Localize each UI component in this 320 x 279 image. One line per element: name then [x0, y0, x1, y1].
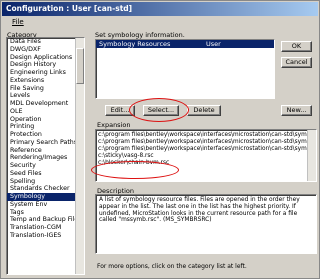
scrollbar-thumb[interactable]	[76, 48, 84, 84]
menu-bar: File	[2, 17, 318, 29]
expansion-line: c:\program files\bentley\workspace\inter…	[98, 139, 311, 145]
new-button[interactable]: New...	[281, 105, 312, 116]
category-item[interactable]: Reference	[7, 147, 84, 155]
expansion-list[interactable]: c:\program files\bentley\workspace\inter…	[95, 129, 317, 182]
category-item[interactable]: Levels	[7, 92, 84, 100]
expansion-label: Expansion	[97, 121, 131, 129]
category-item[interactable]: DWG/DXF	[7, 46, 84, 54]
symbology-resource-list[interactable]: Symbology Resources User	[95, 39, 275, 99]
category-item[interactable]: Translation-IGES	[7, 232, 84, 240]
category-scrollbar[interactable]	[75, 38, 84, 274]
description-box: A list of symbology resource files. File…	[95, 194, 317, 254]
menu-file[interactable]: File	[12, 18, 24, 26]
configuration-dialog: Configuration : User [can-std] File Cate…	[0, 0, 320, 279]
category-item[interactable]: Data Files	[7, 38, 84, 46]
category-item[interactable]: Design History	[7, 61, 84, 69]
category-item[interactable]: OLE	[7, 108, 84, 116]
resource-level: User	[206, 40, 221, 48]
delete-button[interactable]: Delete	[187, 105, 221, 116]
category-items: Data Files DWG/DXF Design Applications Desi…	[7, 38, 84, 240]
description-text: A list of symbology resource files. File…	[99, 197, 300, 224]
symbology-info-label: Set symbology information.	[95, 31, 185, 39]
category-item[interactable]: Rendering/Images	[7, 154, 84, 162]
category-item[interactable]: Engineering Links	[7, 69, 84, 77]
category-item[interactable]: Spelling	[7, 178, 84, 186]
expansion-scrollbar[interactable]	[307, 130, 316, 181]
expansion-line: c:\blocker\chain-bvm.rsc	[98, 160, 170, 166]
category-item[interactable]: Standards Checker	[7, 185, 84, 193]
category-item[interactable]: Extensions	[7, 77, 84, 85]
category-item[interactable]: Translation-CGM	[7, 224, 84, 232]
category-item[interactable]: System Env	[7, 201, 84, 209]
category-list[interactable]: Data Files DWG/DXF Design Applications Desi…	[6, 37, 85, 275]
category-item[interactable]: Printing	[7, 123, 84, 131]
window-title: Configuration : User [can-std]	[2, 2, 318, 16]
expansion-line: c:\sticky\vasg-8.rsc	[98, 153, 154, 159]
category-item[interactable]: File Saving	[7, 85, 84, 93]
cancel-button[interactable]: Cancel	[281, 57, 312, 68]
category-item[interactable]: Symbology	[7, 193, 84, 201]
category-item[interactable]: Primary Search Paths	[7, 139, 84, 147]
resource-name: Symbology Resources	[99, 40, 171, 48]
expansion-line: c:\program files\bentley\workspace\inter…	[98, 132, 311, 138]
category-item[interactable]: Operation	[7, 116, 84, 124]
category-item[interactable]: Tags	[7, 209, 84, 217]
category-item[interactable]: Protection	[7, 131, 84, 139]
expansion-line: c:\program files\bentley\workspace\inter…	[98, 146, 311, 152]
ok-button[interactable]: OK	[281, 41, 312, 52]
select-button[interactable]: Select...	[143, 105, 179, 116]
footer-hint: For more options, click on the category …	[97, 263, 247, 270]
category-item[interactable]: Temp and Backup Files	[7, 216, 84, 224]
list-item[interactable]: Symbology Resources User	[96, 40, 274, 48]
category-item[interactable]: Design Applications	[7, 54, 84, 62]
edit-button[interactable]: Edit...	[105, 105, 135, 116]
category-item[interactable]: Security	[7, 162, 84, 170]
category-item[interactable]: MDL Development	[7, 100, 84, 108]
category-item[interactable]: Seed Files	[7, 170, 84, 178]
